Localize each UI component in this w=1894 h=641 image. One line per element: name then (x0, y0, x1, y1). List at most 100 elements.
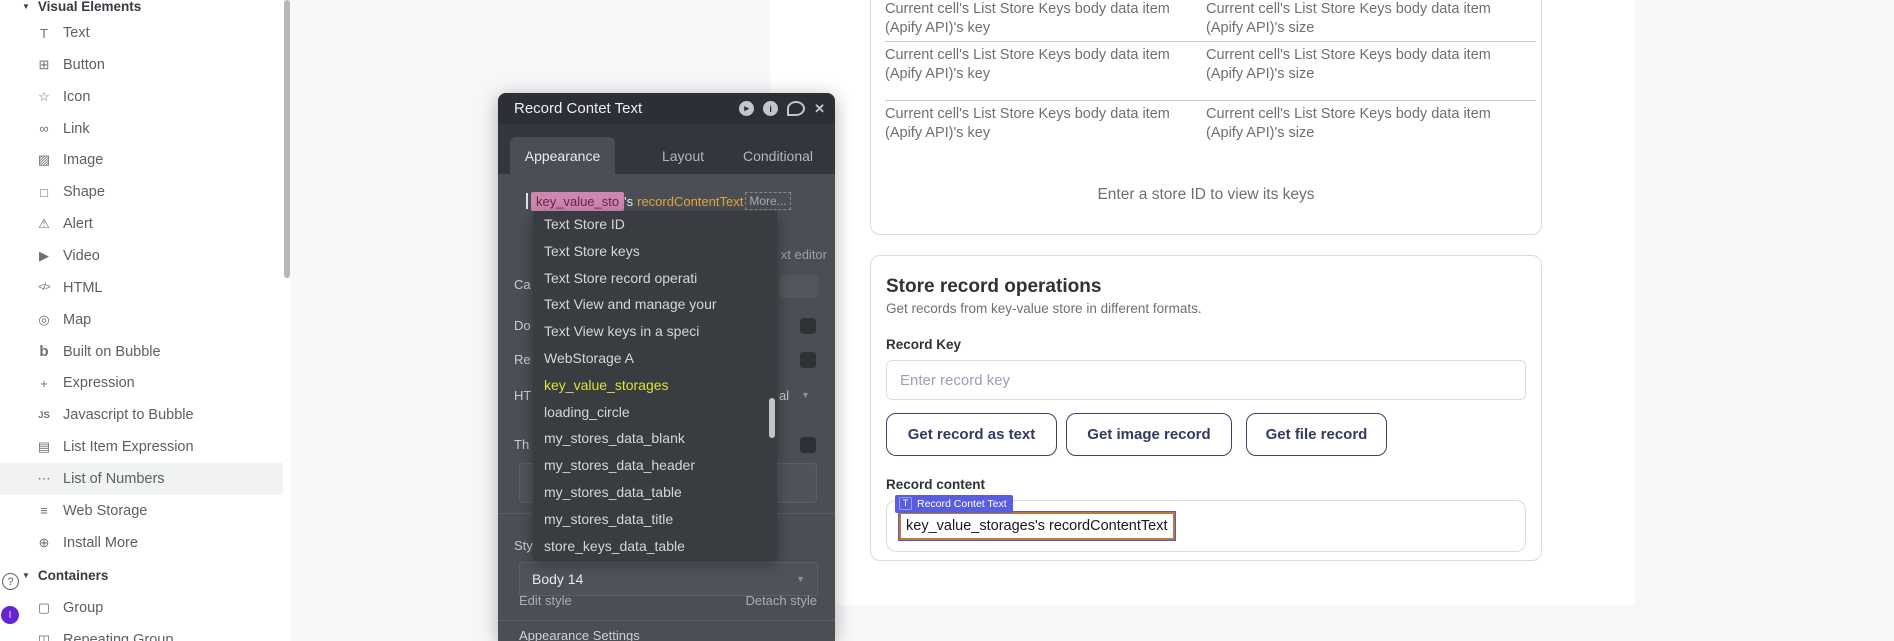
style-dropdown[interactable]: Body 14 ▼ (519, 562, 818, 596)
autocomplete-dropdown: store_keys_data_tablemy_stores_data_titl… (533, 211, 777, 560)
preview-icon[interactable]: ▸ (739, 101, 754, 116)
detach-style-link[interactable]: Detach style (745, 593, 817, 608)
sidebar-item-link[interactable]: ∞ Link (0, 113, 283, 145)
autocomplete-item-key_value_storages[interactable]: key_value_storages (533, 372, 777, 399)
autocomplete-scrollbar-thumb[interactable] (769, 398, 775, 438)
sidebar-item-label: Repeating Group (63, 632, 173, 641)
image-icon: ▨ (34, 152, 54, 168)
record-key-label: Record Key (886, 337, 961, 352)
sidebar-item-web-storage[interactable]: ≡Web Storage (0, 495, 283, 527)
autocomplete-item-text-view-keys-in-a-speci[interactable]: Text View keys in a speci (533, 318, 777, 345)
group-icon: ▢ (34, 600, 54, 616)
table-cell-key: Current cell's List Store Keys body data… (885, 105, 1205, 142)
html-icon: </> (34, 282, 54, 293)
bubble-icon: b (34, 343, 54, 360)
list-item-expression-icon: ▤ (34, 439, 54, 455)
sidebar-item-label: Link (63, 121, 90, 137)
chevron-down-icon: ▼ (801, 390, 810, 400)
sidebar-item-group[interactable]: ▢Group (0, 592, 283, 624)
sidebar-item-label: Image (63, 152, 103, 168)
list-of-numbers-icon: ⋯ (34, 471, 54, 487)
panel-checkbox-2[interactable] (800, 352, 816, 368)
expression-connector: 's (624, 194, 633, 209)
autocomplete-item-text-store-id[interactable]: Text Store ID (533, 211, 777, 238)
sidebar-item-list-of-numbers[interactable]: ⋯ List of Numbers (0, 463, 283, 495)
autocomplete-item-text-view-and-manage-your[interactable]: Text View and manage your (533, 291, 777, 318)
expression-token[interactable]: key_value_sto (531, 192, 624, 211)
sidebar-item-html[interactable]: </>HTML (0, 272, 283, 304)
panel-input-fragment[interactable] (780, 275, 818, 298)
tab-appearance[interactable]: Appearance (510, 137, 615, 174)
table-row-divider (885, 41, 1536, 42)
section-header-containers[interactable]: ▼ Containers (22, 565, 108, 585)
autocomplete-item-text-store-keys[interactable]: Text Store keys (533, 238, 777, 265)
caret-down-icon: ▼ (22, 571, 30, 580)
sidebar-scrollbar-thumb[interactable] (284, 0, 290, 278)
panel-checkbox-1[interactable] (800, 318, 816, 334)
sidebar-item-alert[interactable]: ⚠Alert (0, 208, 283, 240)
text-icon: T (34, 26, 54, 41)
expression-path[interactable]: recordContentText (637, 194, 743, 209)
panel-divider (498, 620, 835, 621)
expression-more-button[interactable]: More... (745, 192, 790, 210)
selected-element-badge: T Record Contet Text (895, 495, 1013, 513)
edit-style-link[interactable]: Edit style (519, 593, 572, 608)
autocomplete-item-my_stores_data_table[interactable]: my_stores_data_table (533, 479, 777, 506)
expression-editor[interactable]: key_value_sto 's recordContentText More.… (526, 190, 791, 212)
sidebar-item-repeating-group[interactable]: ◫Repeating Group (0, 624, 283, 641)
panel-checkbox-3[interactable] (800, 437, 816, 453)
sidebar-item-shape[interactable]: □ Shape (0, 176, 283, 208)
sidebar-item-label: List of Numbers (63, 471, 165, 487)
sidebar-item-text[interactable]: TText (0, 17, 283, 49)
sidebar-item-list-item-expression[interactable]: ▤List Item Expression (0, 431, 283, 463)
record-content-label: Record content (886, 477, 985, 492)
store-keys-table-card[interactable]: Current cell's List Store Keys body data… (870, 0, 1542, 235)
autocomplete-item-webstorage-a[interactable]: WebStorage A (533, 345, 777, 372)
panel-label-style: Sty (514, 538, 533, 553)
get-record-as-text-button[interactable]: Get record as text (886, 413, 1057, 456)
sidebar-item-install-more[interactable]: ⊕Install More (0, 527, 283, 559)
table-cell-key: Current cell's List Store Keys body data… (885, 0, 1205, 37)
comment-icon[interactable] (787, 101, 805, 116)
map-icon: ◎ (34, 312, 54, 328)
rich-text-editor-link[interactable]: xt editor (781, 247, 827, 262)
help-button[interactable]: ? (2, 573, 19, 590)
sidebar-item-map[interactable]: ◎Map (0, 304, 283, 336)
close-icon[interactable]: ✕ (814, 101, 825, 117)
section-header-label: Containers (38, 568, 109, 583)
selected-text-element[interactable]: key_value_storages's recordContentText (899, 512, 1175, 540)
sidebar-item-label: Expression (63, 375, 135, 391)
sidebar-item-label: Shape (63, 184, 105, 200)
html-tag-dropdown-value[interactable]: al (779, 388, 789, 403)
autocomplete-item-store_keys_data_table[interactable]: store_keys_data_table (533, 533, 777, 560)
shape-icon: □ (34, 185, 54, 200)
tab-layout[interactable]: Layout (638, 137, 728, 174)
tab-conditional[interactable]: Conditional (728, 137, 828, 174)
autocomplete-item-loading_circle[interactable]: loading_circle (533, 399, 777, 426)
caret-down-icon: ▼ (22, 2, 30, 11)
panel-label-ca: Ca (514, 277, 531, 292)
sidebar-item-button[interactable]: ⊞Button (0, 49, 283, 81)
autocomplete-item-my_stores_data_blank[interactable]: my_stores_data_blank (533, 425, 777, 452)
record-key-input[interactable] (886, 360, 1526, 400)
sidebar-item-image[interactable]: ▨ Image (0, 144, 283, 176)
get-image-record-button[interactable]: Get image record (1066, 413, 1232, 456)
info-icon[interactable]: i (763, 101, 778, 116)
text-cursor (526, 193, 528, 209)
panel-header[interactable]: Record Contet Text ▸ i ✕ (498, 93, 835, 124)
sidebar-item-video[interactable]: ▶Video (0, 240, 283, 272)
sidebar-item-javascript-to-bubble[interactable]: JSJavascript to Bubble (0, 399, 283, 431)
avatar-button[interactable]: I (1, 606, 19, 624)
autocomplete-item-my_stores_data_title[interactable]: my_stores_data_title (533, 506, 777, 533)
sidebar-item-expression[interactable]: +Expression (0, 367, 283, 399)
link-icon: ∞ (34, 121, 54, 136)
get-file-record-button[interactable]: Get file record (1246, 413, 1387, 456)
sidebar-item-icon[interactable]: ☆Icon (0, 81, 283, 113)
text-element-icon: T (899, 497, 912, 510)
install-more-icon: ⊕ (34, 535, 54, 551)
autocomplete-item-my_stores_data_header[interactable]: my_stores_data_header (533, 452, 777, 479)
appearance-settings-header: Appearance Settings (519, 628, 640, 641)
sidebar-item-built-on-bubble[interactable]: bBuilt on Bubble (0, 336, 283, 368)
section-header-visual-elements[interactable]: ▼Visual Elements (22, 0, 141, 16)
autocomplete-item-text-store-record-operati[interactable]: Text Store record operati (533, 265, 777, 292)
